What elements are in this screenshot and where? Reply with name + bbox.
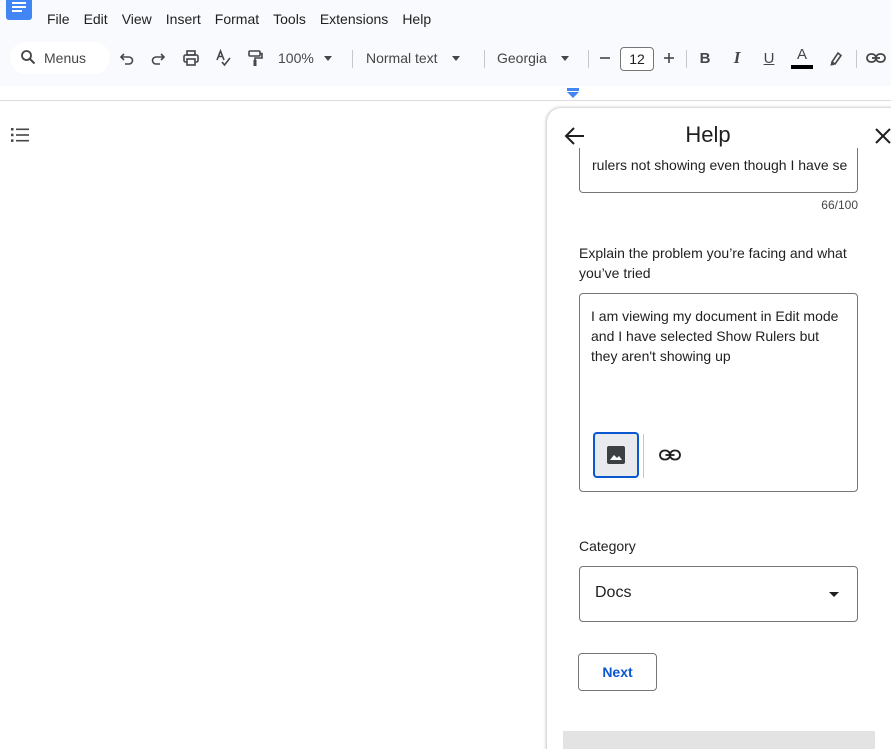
spellcheck-icon bbox=[216, 49, 231, 67]
category-select[interactable]: Docs bbox=[579, 566, 858, 622]
menu-extensions[interactable]: Extensions bbox=[313, 8, 395, 30]
menu-file[interactable]: File bbox=[40, 8, 77, 30]
spellcheck-button[interactable] bbox=[212, 40, 234, 76]
highlight-color-button[interactable] bbox=[826, 40, 846, 76]
menus-search-label: Menus bbox=[44, 50, 87, 66]
font-dropdown-caret-icon bbox=[560, 55, 569, 61]
menu-insert[interactable]: Insert bbox=[159, 8, 208, 30]
zoom-value: 100% bbox=[278, 50, 314, 66]
help-panel: Help rulers not showing even though I ha… bbox=[547, 108, 891, 749]
toolbar: Menus 100% Normal text Georgia 12 B I U … bbox=[0, 40, 891, 76]
undo-button[interactable] bbox=[116, 40, 138, 76]
category-label: Category bbox=[579, 538, 636, 554]
issue-summary-value: rulers not showing even though I have se… bbox=[592, 157, 847, 173]
explain-problem-textarea[interactable]: I am viewing my document in Edit mode an… bbox=[579, 293, 858, 492]
summary-char-count: 66/100 bbox=[821, 198, 858, 212]
print-button[interactable] bbox=[179, 40, 203, 76]
style-dropdown-caret-icon bbox=[451, 55, 460, 61]
redo-icon bbox=[151, 53, 166, 65]
search-icon bbox=[20, 49, 36, 68]
menus-search-button[interactable]: Menus bbox=[10, 42, 110, 74]
text-color-swatch bbox=[791, 64, 813, 69]
zoom-dropdown-caret-icon bbox=[323, 55, 332, 61]
underline-button[interactable]: U bbox=[759, 40, 779, 76]
paint-format-icon bbox=[248, 50, 263, 66]
insert-link-button[interactable] bbox=[864, 40, 888, 76]
page-top-divider bbox=[0, 100, 891, 101]
docs-logo-icon[interactable] bbox=[6, 0, 32, 20]
paragraph-style-select[interactable]: Normal text bbox=[366, 40, 476, 76]
print-icon bbox=[183, 50, 199, 66]
italic-button[interactable]: I bbox=[727, 40, 747, 76]
zoom-select[interactable]: 100% bbox=[278, 40, 344, 76]
decrease-font-size-button[interactable] bbox=[596, 40, 614, 76]
menu-tools[interactable]: Tools bbox=[266, 8, 313, 30]
attach-link-button[interactable] bbox=[658, 445, 682, 465]
font-size-input[interactable]: 12 bbox=[620, 47, 654, 71]
redo-button[interactable] bbox=[147, 40, 169, 76]
issue-summary-field[interactable]: rulers not showing even though I have se… bbox=[579, 148, 858, 193]
menu-bar: File Edit View Insert Format Tools Exten… bbox=[40, 8, 438, 30]
undo-icon bbox=[119, 53, 134, 65]
help-panel-title: Help bbox=[685, 122, 731, 147]
image-icon bbox=[607, 446, 625, 464]
attachment-divider bbox=[643, 434, 644, 478]
document-outline-icon[interactable] bbox=[10, 125, 30, 145]
explain-problem-label: Explain the problem you’re facing and wh… bbox=[579, 245, 847, 281]
menu-help[interactable]: Help bbox=[395, 8, 438, 30]
plus-icon bbox=[664, 53, 674, 63]
toolbar-divider bbox=[588, 50, 589, 68]
attach-screenshot-button[interactable] bbox=[593, 432, 639, 478]
paragraph-style-value: Normal text bbox=[366, 50, 438, 66]
explain-problem-value: I am viewing my document in Edit mode an… bbox=[591, 308, 839, 364]
toolbar-divider bbox=[484, 50, 485, 68]
close-icon[interactable] bbox=[873, 126, 891, 146]
menu-edit[interactable]: Edit bbox=[77, 8, 115, 30]
paint-format-button[interactable] bbox=[244, 40, 266, 76]
bold-button[interactable]: B bbox=[695, 40, 715, 76]
link-icon bbox=[866, 53, 886, 63]
toolbar-divider bbox=[352, 50, 353, 68]
link-icon bbox=[659, 449, 681, 461]
menu-format[interactable]: Format bbox=[208, 8, 266, 30]
toolbar-divider bbox=[686, 50, 687, 68]
minus-icon bbox=[600, 57, 610, 59]
ruler-indent-marker-icon[interactable] bbox=[567, 88, 579, 98]
panel-footer-strip bbox=[563, 731, 875, 749]
font-family-value: Georgia bbox=[497, 50, 547, 66]
highlight-pen-icon bbox=[830, 51, 843, 66]
text-color-letter: A bbox=[796, 45, 807, 63]
next-button[interactable]: Next bbox=[578, 653, 657, 691]
top-bar: File Edit View Insert Format Tools Exten… bbox=[0, 0, 891, 86]
menu-view[interactable]: View bbox=[115, 8, 159, 30]
google-docs-window: File Edit View Insert Format Tools Exten… bbox=[0, 0, 891, 749]
toolbar-divider bbox=[856, 50, 857, 68]
text-color-button[interactable]: A bbox=[790, 40, 814, 76]
document-title-clipped[interactable] bbox=[44, 0, 384, 3]
increase-font-size-button[interactable] bbox=[660, 40, 678, 76]
font-family-select[interactable]: Georgia bbox=[497, 40, 577, 76]
chevron-down-icon bbox=[829, 592, 839, 597]
category-value: Docs bbox=[595, 584, 632, 601]
